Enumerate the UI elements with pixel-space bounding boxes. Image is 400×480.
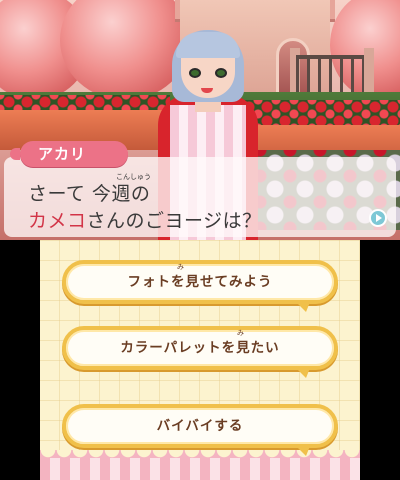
say-goodbye-label: バイバイする: [156, 418, 244, 434]
view-palette-button[interactable]: み カラーパレットを見たい: [62, 326, 338, 378]
advance-arrow-icon[interactable]: [369, 209, 387, 227]
dialog-line-2: カメコさんのごヨージは？: [28, 206, 262, 233]
say-goodbye-button[interactable]: バイバイする: [62, 404, 338, 456]
show-photo-label: フォトを見せてみよう: [127, 274, 273, 290]
show-photo-button[interactable]: み フォトを見せてみよう: [62, 260, 338, 312]
dialog-line-2-rest: さんのごヨージは？: [86, 210, 262, 232]
top-screen: アカリ こんしゅう さーて 今週の カメコさんのごヨージは？: [0, 0, 400, 240]
dialog-line-1: さーて 今週の: [28, 183, 151, 205]
bottom-stripes: [40, 450, 360, 480]
bottom-screen: み フォトを見せてみよう み カラーパレットを見たい バイバイする: [40, 240, 360, 480]
dialog-highlight-name: カメコ: [28, 210, 87, 232]
speaker-name: アカリ: [38, 145, 87, 163]
view-palette-label: カラーパレットを見たい: [120, 340, 280, 356]
speaker-tag: アカリ: [10, 141, 128, 167]
